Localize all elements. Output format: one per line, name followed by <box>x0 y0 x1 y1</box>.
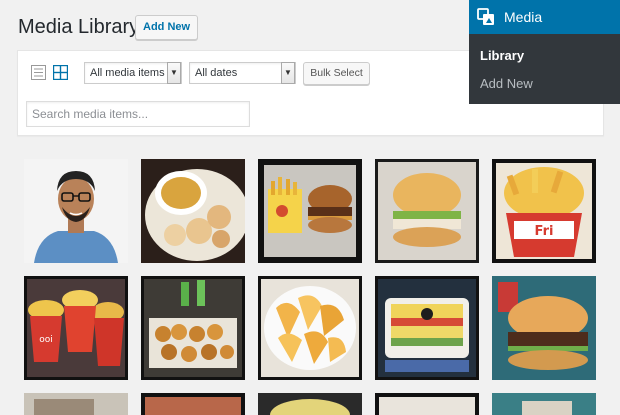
partial-thumbnail-4 <box>375 393 479 415</box>
media-item[interactable] <box>141 276 245 380</box>
media-item[interactable] <box>258 276 362 380</box>
menu-item-add-new[interactable]: Add New <box>480 76 533 91</box>
date-filter-select[interactable]: All dates ▼ <box>189 62 296 84</box>
media-item[interactable] <box>375 159 479 263</box>
partial-thumbnail-5 <box>492 393 596 415</box>
layered-dish-thumbnail <box>375 276 479 380</box>
media-menu-title: Media <box>504 9 543 25</box>
partial-thumbnail-1 <box>24 393 128 415</box>
media-item[interactable] <box>141 159 245 263</box>
media-item[interactable] <box>141 393 245 415</box>
pastries-platter-thumbnail <box>141 276 245 380</box>
fries-cups-thumbnail: ooi <box>24 276 128 380</box>
media-flyout-menu: Media Library Add New <box>469 0 620 104</box>
media-item[interactable] <box>492 276 596 380</box>
media-item[interactable]: ooi <box>24 276 128 380</box>
search-input[interactable] <box>26 101 250 127</box>
burger-closeup-thumbnail <box>375 159 479 263</box>
media-item[interactable] <box>24 159 128 263</box>
media-menu-header[interactable]: Media <box>469 0 620 34</box>
media-type-select-value: All media items <box>90 67 165 79</box>
burger-thumbnail-2 <box>492 276 596 380</box>
media-icon <box>477 8 494 25</box>
fries-bucket-thumbnail: Fri <box>492 159 596 263</box>
chevron-down-icon: ▼ <box>167 62 181 84</box>
media-item[interactable] <box>492 393 596 415</box>
grid-view-icon[interactable] <box>53 65 68 80</box>
media-item[interactable] <box>375 393 479 415</box>
partial-thumbnail-2 <box>141 393 245 415</box>
list-view-icon[interactable] <box>31 65 46 80</box>
menu-item-library[interactable]: Library <box>480 48 524 63</box>
burger-and-fries-tray-thumbnail <box>258 159 362 263</box>
media-item[interactable]: Fri <box>492 159 596 263</box>
media-item[interactable] <box>24 393 128 415</box>
media-item[interactable] <box>375 276 479 380</box>
page-title: Media Library <box>18 16 140 38</box>
potato-wedges-thumbnail <box>258 276 362 380</box>
chevron-down-icon: ▼ <box>281 62 295 84</box>
add-new-button[interactable]: Add New <box>135 15 199 40</box>
media-type-select[interactable]: All media items ▼ <box>84 62 182 84</box>
media-item[interactable] <box>258 159 362 263</box>
media-item[interactable] <box>258 393 362 415</box>
tea-and-dumplings-thumbnail <box>141 159 245 263</box>
bulk-select-button[interactable]: Bulk Select <box>303 62 370 85</box>
person-portrait-thumbnail <box>24 159 128 263</box>
svg-text:ooi: ooi <box>39 335 53 345</box>
partial-thumbnail-3 <box>258 393 362 415</box>
date-filter-select-value: All dates <box>195 67 238 79</box>
svg-text:Fri: Fri <box>535 224 554 239</box>
